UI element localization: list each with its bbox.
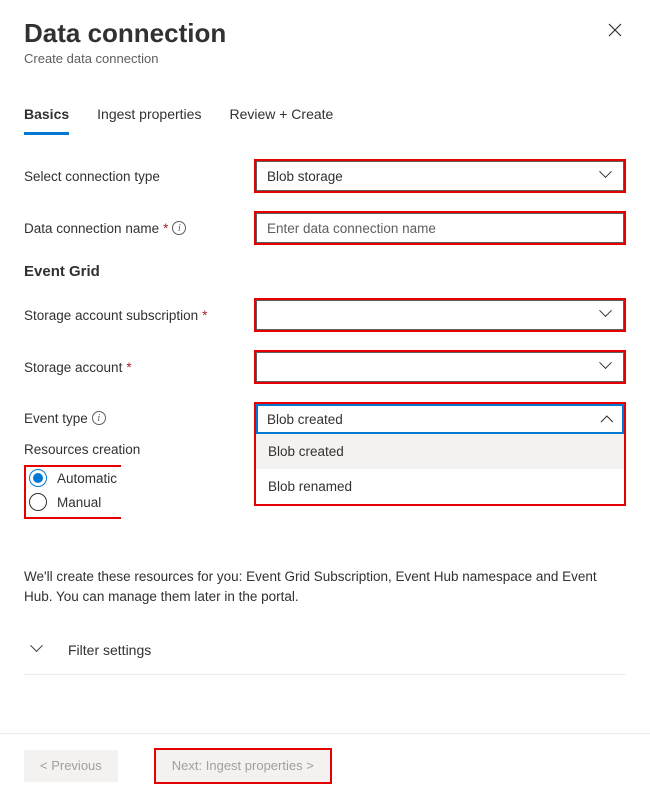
radio-automatic[interactable]: Automatic	[27, 468, 121, 492]
tab-review-create[interactable]: Review + Create	[229, 100, 333, 135]
connection-name-input[interactable]	[256, 213, 624, 243]
page-title: Data connection	[24, 18, 226, 49]
next-button[interactable]: Next: Ingest properties >	[156, 750, 330, 782]
filter-settings-expander[interactable]: Filter settings	[24, 632, 626, 668]
previous-button[interactable]: < Previous	[24, 750, 118, 782]
storage-subscription-label: Storage account subscription *	[24, 308, 254, 323]
event-type-label: Event type i	[24, 411, 254, 426]
connection-name-label: Data connection name * i	[24, 221, 254, 236]
radio-label-automatic: Automatic	[57, 471, 117, 486]
chevron-down-icon	[32, 644, 44, 656]
storage-account-select[interactable]	[256, 352, 624, 382]
connection-type-select[interactable]: Blob storage	[256, 161, 624, 191]
chevron-up-icon	[601, 413, 613, 425]
close-icon	[608, 23, 622, 37]
radio-manual[interactable]: Manual	[27, 492, 121, 516]
chevron-down-icon	[601, 361, 613, 373]
event-type-option-blob-created[interactable]: Blob created	[256, 434, 624, 469]
required-indicator: *	[202, 308, 207, 323]
close-button[interactable]	[604, 18, 626, 44]
event-grid-heading: Event Grid	[24, 263, 626, 280]
tab-bar: Basics Ingest properties Review + Create	[24, 100, 626, 135]
divider	[24, 674, 626, 675]
event-type-select[interactable]: Blob created	[256, 404, 624, 434]
radio-icon	[29, 493, 47, 511]
tab-ingest-properties[interactable]: Ingest properties	[97, 100, 201, 135]
chevron-down-icon	[601, 170, 613, 182]
storage-subscription-select[interactable]	[256, 300, 624, 330]
radio-label-manual: Manual	[57, 495, 101, 510]
page-subtitle: Create data connection	[24, 51, 226, 66]
connection-type-label: Select connection type	[24, 169, 254, 184]
info-icon[interactable]: i	[172, 221, 186, 235]
event-type-option-blob-renamed[interactable]: Blob renamed	[256, 469, 624, 504]
radio-icon	[29, 469, 47, 487]
chevron-down-icon	[601, 309, 613, 321]
tab-basics[interactable]: Basics	[24, 100, 69, 135]
required-indicator: *	[126, 360, 131, 375]
storage-account-label: Storage account *	[24, 360, 254, 375]
resources-description: We'll create these resources for you: Ev…	[24, 567, 626, 608]
info-icon[interactable]: i	[92, 411, 106, 425]
event-type-dropdown: Blob created Blob renamed	[254, 434, 626, 506]
required-indicator: *	[163, 221, 168, 236]
wizard-footer: < Previous Next: Ingest properties >	[0, 733, 650, 797]
